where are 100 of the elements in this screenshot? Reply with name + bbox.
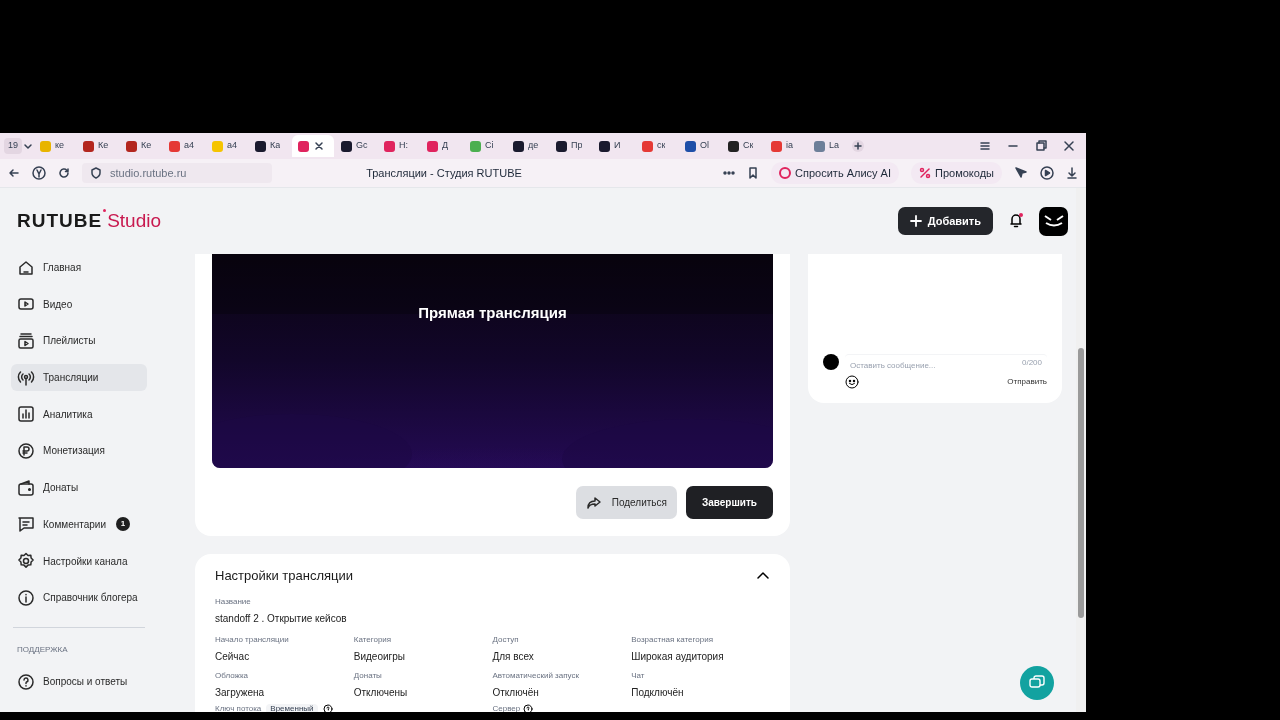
field-label: Возрастная категория [631, 633, 714, 646]
field-value: Видеоигры [353, 649, 406, 664]
new-tab-icon[interactable] [851, 139, 865, 153]
info-icon [17, 588, 35, 607]
ask-alice-button[interactable]: Спросить Алису AI [771, 162, 900, 184]
section-heading: ПОДДЕРЖКА [16, 644, 69, 657]
browser-tab[interactable]: а4 [206, 135, 248, 157]
count-badge: 1 [116, 517, 130, 532]
support-chat-button[interactable] [1020, 666, 1054, 700]
sidebar-item[interactable]: Главная [11, 254, 147, 281]
browser-tab[interactable]: Ке [120, 135, 162, 157]
ruble-icon [17, 441, 35, 460]
tab-title: ia [786, 139, 793, 153]
reload-icon[interactable] [58, 167, 70, 179]
bookmark-icon[interactable] [747, 167, 760, 179]
back-icon[interactable] [8, 167, 20, 179]
sidebar-item[interactable]: Вопросы и ответы [11, 668, 147, 696]
browser-tab[interactable]: ке [34, 135, 76, 157]
character-counter: 0/200 [1021, 357, 1042, 369]
chart-icon [17, 405, 35, 424]
sidebar-item[interactable]: Комментарии 1 [11, 510, 147, 538]
cursor-icon[interactable] [1014, 166, 1028, 180]
browser-tab[interactable] [292, 135, 334, 157]
close-icon[interactable] [314, 141, 324, 151]
chevron-down-icon[interactable] [23, 141, 33, 151]
browser-tab[interactable]: Ск [722, 135, 764, 157]
sidebar-item[interactable]: Аналитика [11, 400, 147, 428]
chevron-up-icon[interactable] [756, 569, 770, 582]
home-icon [17, 258, 35, 277]
sidebar-item[interactable]: Донаты [11, 474, 147, 502]
field-value: Сейчас [215, 649, 251, 664]
download-icon[interactable] [1066, 167, 1078, 179]
bell-icon [1009, 213, 1023, 228]
scrollbar[interactable] [1076, 188, 1086, 712]
browser-tab[interactable]: И [593, 135, 635, 157]
field-value: Загружена [215, 685, 266, 700]
tab-title: ск [657, 139, 666, 153]
play-icon[interactable] [1040, 166, 1054, 180]
comment-icon [17, 515, 35, 534]
address-field[interactable]: studio.rutube.ru [82, 163, 272, 183]
settings-icon [17, 552, 35, 570]
field-label: Сервер [492, 702, 521, 712]
share-icon [585, 494, 602, 511]
field-label: Категория [353, 633, 393, 646]
notification-bell-icon[interactable] [1009, 213, 1023, 229]
tab-counter[interactable]: 19 [4, 138, 22, 154]
promo-button[interactable]: Промокоды [911, 162, 1002, 184]
menu-icon[interactable] [979, 140, 991, 152]
shield-icon [90, 167, 102, 179]
close-icon[interactable] [1063, 140, 1075, 152]
avatar [823, 354, 839, 370]
tab-title: Ol [700, 139, 709, 153]
wallet-icon [17, 478, 35, 497]
tab-title: La [829, 139, 839, 153]
plus-icon [909, 215, 922, 227]
send-button[interactable]: Отправить [1007, 376, 1047, 388]
browser-tab[interactable]: ск [636, 135, 678, 157]
tab-title: Пр [571, 139, 583, 153]
sidebar-item[interactable]: Плейлисты [11, 327, 147, 355]
field-label: Чат [631, 669, 646, 682]
browser-tab[interactable]: Д [421, 135, 463, 157]
browser-tab[interactable]: Ке [77, 135, 119, 157]
browser-logo-icon[interactable] [32, 166, 46, 180]
share-button[interactable]: Поделиться [575, 486, 677, 519]
browser-tab[interactable]: Ка [249, 135, 291, 157]
browser-tab[interactable]: де [507, 135, 549, 157]
finish-button[interactable]: Завершить [685, 486, 773, 519]
percent-icon [919, 167, 932, 179]
sidebar-item[interactable]: Трансляции [11, 364, 147, 392]
field-value: standoff 2 . Открытие кейсов [215, 611, 348, 626]
restore-icon[interactable] [1035, 140, 1047, 152]
playlist-icon [17, 331, 35, 350]
tab-title: Ск [743, 139, 754, 153]
field-value: Для всех [492, 649, 535, 664]
browser-tab[interactable]: La [808, 135, 850, 157]
sidebar-item[interactable]: Видео [11, 290, 147, 318]
browser-tab[interactable]: Пр [550, 135, 592, 157]
field-value: Отключены [353, 685, 409, 700]
browser-tab[interactable]: а4 [163, 135, 205, 157]
avatar[interactable] [1039, 206, 1068, 236]
sidebar-item[interactable]: Справочник блогера [11, 584, 147, 612]
add-button[interactable]: Добавить [897, 207, 993, 235]
tab-title: Д [442, 139, 449, 153]
help-icon[interactable] [322, 703, 333, 712]
ring-icon [779, 167, 792, 179]
browser-tab[interactable]: Н: [378, 135, 420, 157]
browser-tab[interactable]: Сі [464, 135, 506, 157]
browser-tab[interactable]: Ol [679, 135, 721, 157]
windows-icon [1029, 675, 1045, 691]
help-icon[interactable] [523, 703, 534, 712]
sidebar-item[interactable]: Монетизация [11, 437, 147, 465]
field-value: Отключён [492, 685, 540, 700]
tab-title: И [614, 139, 621, 153]
emoji-icon[interactable] [845, 375, 859, 389]
browser-tab[interactable]: Gc [335, 135, 377, 157]
field-label: Донаты [353, 669, 383, 682]
field-value: Широкая аудитория [631, 649, 725, 664]
field-label: Доступ [492, 633, 520, 646]
sidebar-item[interactable]: Настройки канала [11, 547, 147, 575]
browser-tab[interactable]: ia [765, 135, 807, 157]
